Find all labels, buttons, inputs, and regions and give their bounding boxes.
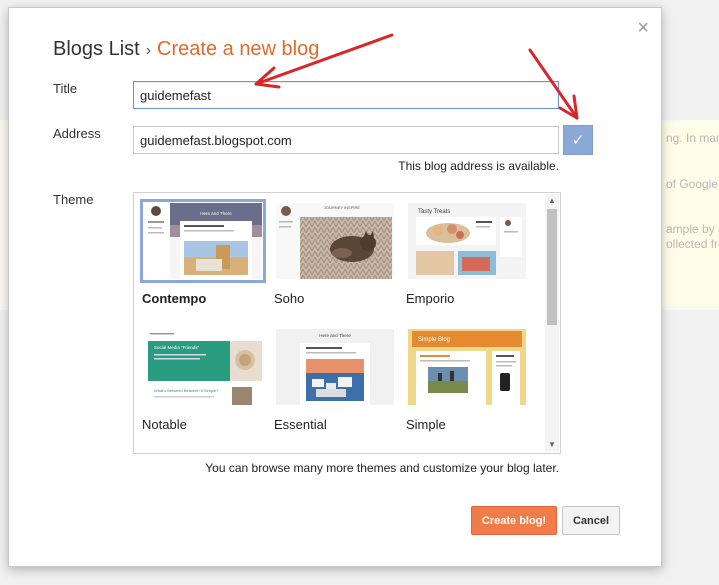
background-side-panel <box>660 122 719 306</box>
cancel-button[interactable]: Cancel <box>562 506 620 535</box>
browse-themes-hint: You can browse many more themes and cust… <box>205 461 559 475</box>
title-label: Title <box>53 81 78 96</box>
theme-name: Simple <box>406 417 446 432</box>
theme-tile-simple[interactable]: Simple Blog Simple <box>404 325 528 433</box>
thumb-title: Simple Blog <box>418 337 450 343</box>
thumb-title: Tasty Treats <box>418 209 450 215</box>
background-text: ng. In many <box>666 131 719 145</box>
theme-picker: Here and There Contempo JOURNEY INSPIRE … <box>133 192 561 454</box>
address-label: Address <box>53 126 101 141</box>
scrollbar-thumb[interactable] <box>547 209 557 325</box>
breadcrumb: Blogs List › Create a new blog <box>53 38 319 61</box>
theme-thumbnail: Simple Blog <box>408 329 526 405</box>
theme-scrollbar[interactable]: ▲ ▼ <box>545 194 559 452</box>
address-input[interactable] <box>133 126 559 154</box>
checkmark-icon: ✓ <box>571 132 585 149</box>
thumb-title: Here and There <box>200 211 232 216</box>
background-text: of Google <box>666 177 719 191</box>
theme-name: Contempo <box>142 291 207 306</box>
theme-tile-notable[interactable]: Social Media "Friends" What's Between Be… <box>140 325 264 433</box>
theme-tile-emporio[interactable]: Tasty Treats Emporio <box>404 199 528 307</box>
create-blog-dialog: × Blogs List › Create a new blog Title Add… <box>8 7 662 567</box>
theme-tile-essential[interactable]: Here and There Essential <box>272 325 396 433</box>
theme-name: Essential <box>274 417 327 432</box>
breadcrumb-separator-icon: › <box>145 42 152 59</box>
theme-thumbnail: Social Media "Friends" What's Between Be… <box>144 329 262 405</box>
theme-name: Notable <box>142 417 187 432</box>
availability-message: This blog address is available. <box>398 159 559 173</box>
theme-thumbnail: JOURNEY INSPIRE <box>276 203 394 279</box>
theme-thumbnail: Here and There <box>144 203 262 279</box>
theme-label: Theme <box>53 192 94 207</box>
thumb-title: JOURNEY INSPIRE <box>324 205 360 210</box>
create-blog-button[interactable]: Create blog! <box>471 506 557 535</box>
theme-name: Soho <box>274 291 305 306</box>
theme-thumbnail: Tasty Treats <box>408 203 526 279</box>
close-icon[interactable]: × <box>637 18 649 38</box>
scroll-up-icon[interactable]: ▲ <box>545 195 559 207</box>
scroll-down-icon[interactable]: ▼ <box>545 439 559 451</box>
breadcrumb-current: Create a new blog <box>157 38 320 60</box>
title-input[interactable] <box>133 81 559 109</box>
theme-tile-contempo[interactable]: Here and There Contempo <box>140 199 266 307</box>
check-availability-button[interactable]: ✓ <box>563 125 593 155</box>
breadcrumb-blogs-list[interactable]: Blogs List <box>53 38 140 60</box>
background-text: ample by a <box>666 222 719 236</box>
thumb-title: Social Media "Friends" <box>154 345 200 350</box>
background-text: ollected fro <box>666 237 719 251</box>
thumb-post-title: What's Between Between It Simple? <box>154 388 219 393</box>
theme-name: Emporio <box>406 291 455 306</box>
theme-thumbnail: Here and There <box>276 329 394 405</box>
thumb-title: Here and There <box>319 333 351 338</box>
theme-tile-soho[interactable]: JOURNEY INSPIRE Soho <box>272 199 396 307</box>
